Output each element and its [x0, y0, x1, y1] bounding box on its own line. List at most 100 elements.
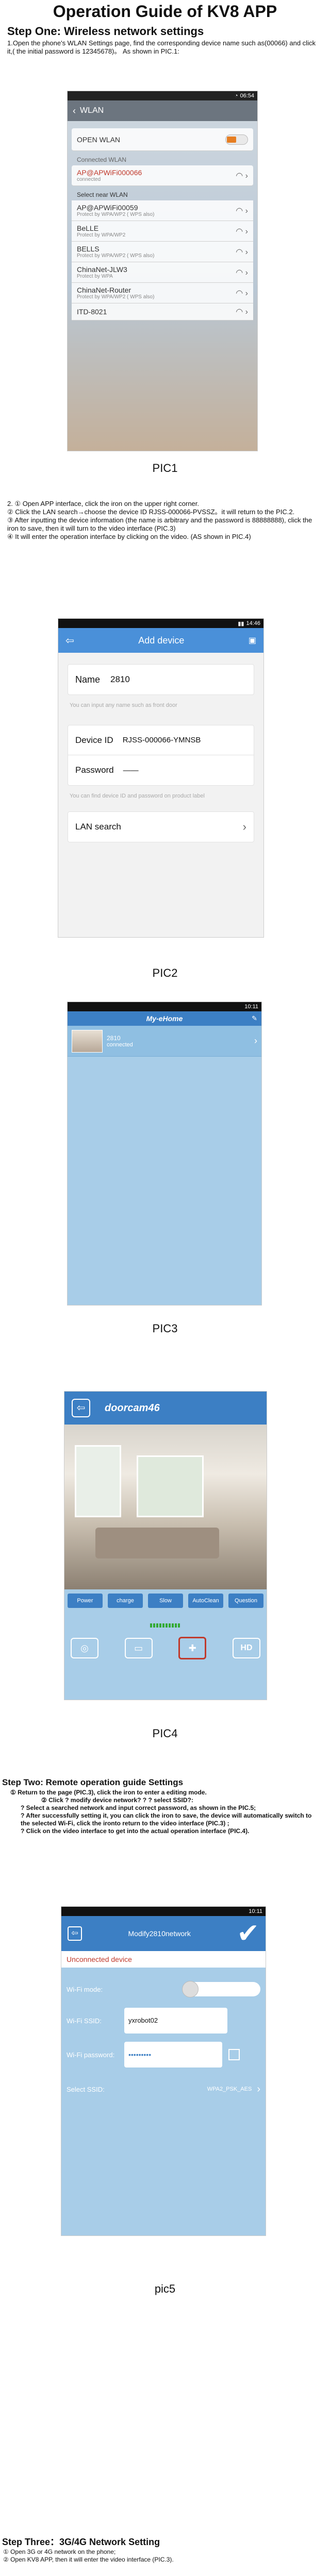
device-video-title: doorcam46: [105, 1402, 160, 1414]
wifi-mode-label: Wi-Fi mode:: [67, 1985, 103, 1993]
wifi-ssid-row: Wi-Fi SSID: yxrobot02: [67, 2004, 260, 2038]
wifi-signal-icon: ◠ ›: [236, 247, 248, 257]
wifi-signal-icon: ◠ ›: [236, 308, 248, 316]
pic2-screenshot: ▮▮ 14:46 ⇦ Add device ▣ Name 2810 You ca…: [58, 618, 264, 938]
bottom-toolbar: ◎ ▭ ✚ HD: [64, 1633, 267, 1664]
step3-instructions: ① Open 3G or 4G network on the phone; ② …: [3, 2548, 312, 2564]
pic2-caption: PIC2: [152, 967, 178, 979]
instructions-block: 2. ① Open APP interface, click the iron …: [7, 500, 317, 541]
chevron-right-icon: ›: [242, 820, 246, 833]
step3-line-2: ② Open KV8 APP, then it will enter the v…: [3, 2556, 174, 2563]
network-name: ChinaNet-Router: [77, 286, 131, 294]
wifi-mode-row: Wi-Fi mode:: [67, 1975, 260, 2004]
select-ssid-row[interactable]: Select SSID: WPA2_PSK_AES ›: [67, 2075, 260, 2104]
wifi-password-row: Wi-Fi password: •••••••••: [67, 2038, 260, 2072]
modify-network-header: ⇦ Modify2810network ✔: [61, 1916, 266, 1951]
control-button-question[interactable]: Question: [228, 1594, 263, 1608]
wlan-toggle[interactable]: [225, 134, 248, 145]
step3-heading: Step Three：3G/4G Network Setting: [2, 2537, 160, 2547]
lan-search-button[interactable]: LAN search ›: [68, 811, 254, 842]
device-status: connected: [107, 1041, 133, 1048]
instruction-2: ② Click the LAN search→choose the device…: [7, 508, 295, 516]
modify-network-title: Modify2810network: [128, 1929, 191, 1938]
add-device-header: ⇦ Add device ▣: [58, 628, 263, 653]
status-bar: ▮▮ 14:46: [58, 619, 263, 628]
open-wlan-row[interactable]: OPEN WLAN: [72, 128, 253, 151]
pic1-caption: PIC1: [152, 462, 178, 474]
connected-wlan-label: Connected WLAN: [77, 156, 127, 163]
step1-intro: 1.Open the phone's WLAN Settings page, f…: [7, 39, 316, 55]
device-id-field[interactable]: Device ID RJSS-000066-YMNSB: [68, 725, 254, 755]
step2-line-2: ② Click ? modify device network? ? ? sel…: [41, 1797, 193, 1804]
select-wlan-label: Select near WLAN: [77, 191, 128, 198]
unconnected-device-label: Unconnected device: [61, 1951, 266, 1968]
password-field[interactable]: Password ——: [68, 755, 254, 785]
network-row[interactable]: BELLS Protect by WPA/WP2 ( WPS also) ◠ ›: [72, 242, 253, 262]
back-icon[interactable]: ⇦: [72, 1399, 90, 1417]
network-row[interactable]: ITD-8021 ◠ ›: [72, 303, 253, 320]
wlan-title: WLAN: [80, 106, 104, 115]
network-list: AP@APWiFi00059 Protect by WPA/WP2 ( WPS a…: [72, 200, 253, 320]
status-time: 10:11: [249, 1908, 262, 1914]
wlan-header: ‹ WLAN: [68, 100, 257, 121]
select-ssid-value: WPA2_PSK_AES: [207, 2086, 252, 2092]
pic5-screenshot: 10:11 ⇦ Modify2810network ✔ Unconnected …: [61, 1906, 266, 2236]
edit-icon[interactable]: ✎: [252, 1014, 257, 1023]
camera-icon[interactable]: ◎: [71, 1638, 98, 1658]
network-row[interactable]: BeLLE Protect by WPA/WP2 ◠ ›: [72, 221, 253, 242]
network-name: BELLS: [77, 245, 100, 253]
gamepad-icon[interactable]: ✚: [178, 1637, 207, 1659]
device-id-value: RJSS-000066-YMNSB: [122, 736, 201, 744]
show-password-checkbox[interactable]: [228, 2049, 240, 2060]
save-icon[interactable]: ▣: [249, 635, 256, 646]
video-record-icon[interactable]: ▭: [124, 1638, 153, 1658]
control-button-charge[interactable]: charge: [108, 1594, 143, 1608]
step1-heading: Step One: Wireless network settings: [7, 25, 204, 38]
wifi-ssid-label: Wi-Fi SSID:: [67, 2016, 102, 2025]
hd-button[interactable]: HD: [232, 1638, 260, 1658]
control-button-power[interactable]: Power: [68, 1594, 103, 1608]
video-header: ⇦ doorcam46: [64, 1392, 267, 1425]
control-button-autoclean[interactable]: AutoClean: [188, 1594, 223, 1608]
control-button-slow[interactable]: Slow: [148, 1594, 183, 1608]
network-security: Protect by WPA/WP2: [77, 232, 126, 238]
wifi-signal-icon: ◠ ›: [236, 171, 248, 180]
wifi-signal-icon: ◠ ›: [236, 289, 248, 298]
network-row[interactable]: ChinaNet-JLW3 Protect by WPA ◠ ›: [72, 262, 253, 283]
wifi-status-icon: ◔: [234, 93, 238, 99]
back-icon[interactable]: ⇦: [68, 1926, 82, 1941]
status-time: 06:54: [240, 93, 254, 99]
chevron-right-icon: ›: [254, 1036, 257, 1046]
status-bar: 10:11: [68, 1002, 261, 1011]
chevron-right-icon: ›: [257, 2083, 260, 2095]
network-name: ChinaNet-JLW3: [77, 265, 127, 274]
back-icon[interactable]: ⇦: [65, 634, 74, 647]
checkmark-icon[interactable]: ✔: [237, 1920, 259, 1947]
video-feed[interactable]: [64, 1425, 267, 1589]
network-row[interactable]: ChinaNet-Router Protect by WPA/WP2 ( WPS …: [72, 283, 253, 303]
instruction-4: ④ It will enter the operation interface …: [7, 533, 251, 540]
name-field[interactable]: Name 2810: [68, 664, 254, 695]
name-hint: You can input any name such as front doo…: [70, 702, 177, 708]
connected-network-row[interactable]: AP@APWiFi000066 connected ◠ ›: [72, 165, 253, 186]
id-hint: You can find device ID and password on p…: [70, 793, 205, 799]
status-bar: 10:11: [61, 1907, 266, 1916]
pic3-caption: PIC3: [152, 1322, 178, 1335]
app-header: My-eHome ✎: [68, 1011, 261, 1026]
pic1-screenshot: ◔ 06:54 ‹ WLAN OPEN WLAN Connected WLAN …: [67, 91, 258, 451]
device-row[interactable]: 2810 connected ›: [68, 1026, 261, 1057]
password-value: ——: [123, 766, 139, 775]
progress-indicator: [150, 1623, 181, 1628]
network-row[interactable]: AP@APWiFi00059 Protect by WPA/WP2 ( WPS a…: [72, 200, 253, 221]
lan-search-label: LAN search: [75, 822, 121, 832]
open-wlan-label: OPEN WLAN: [77, 135, 121, 144]
step3-line-1: ① Open 3G or 4G network on the phone;: [3, 2548, 116, 2555]
back-icon[interactable]: ‹: [73, 106, 76, 116]
device-name: 2810: [107, 1034, 121, 1042]
network-security: Protect by WPA/WP2 ( WPS also): [77, 212, 155, 217]
wifi-ssid-input[interactable]: yxrobot02: [124, 2008, 227, 2033]
wifi-password-input[interactable]: •••••••••: [124, 2042, 222, 2067]
wifi-mode-toggle[interactable]: [182, 1981, 260, 1997]
wifi-signal-icon: ◠ ›: [236, 206, 248, 215]
instruction-1: 2. ① Open APP interface, click the iron …: [7, 500, 200, 507]
